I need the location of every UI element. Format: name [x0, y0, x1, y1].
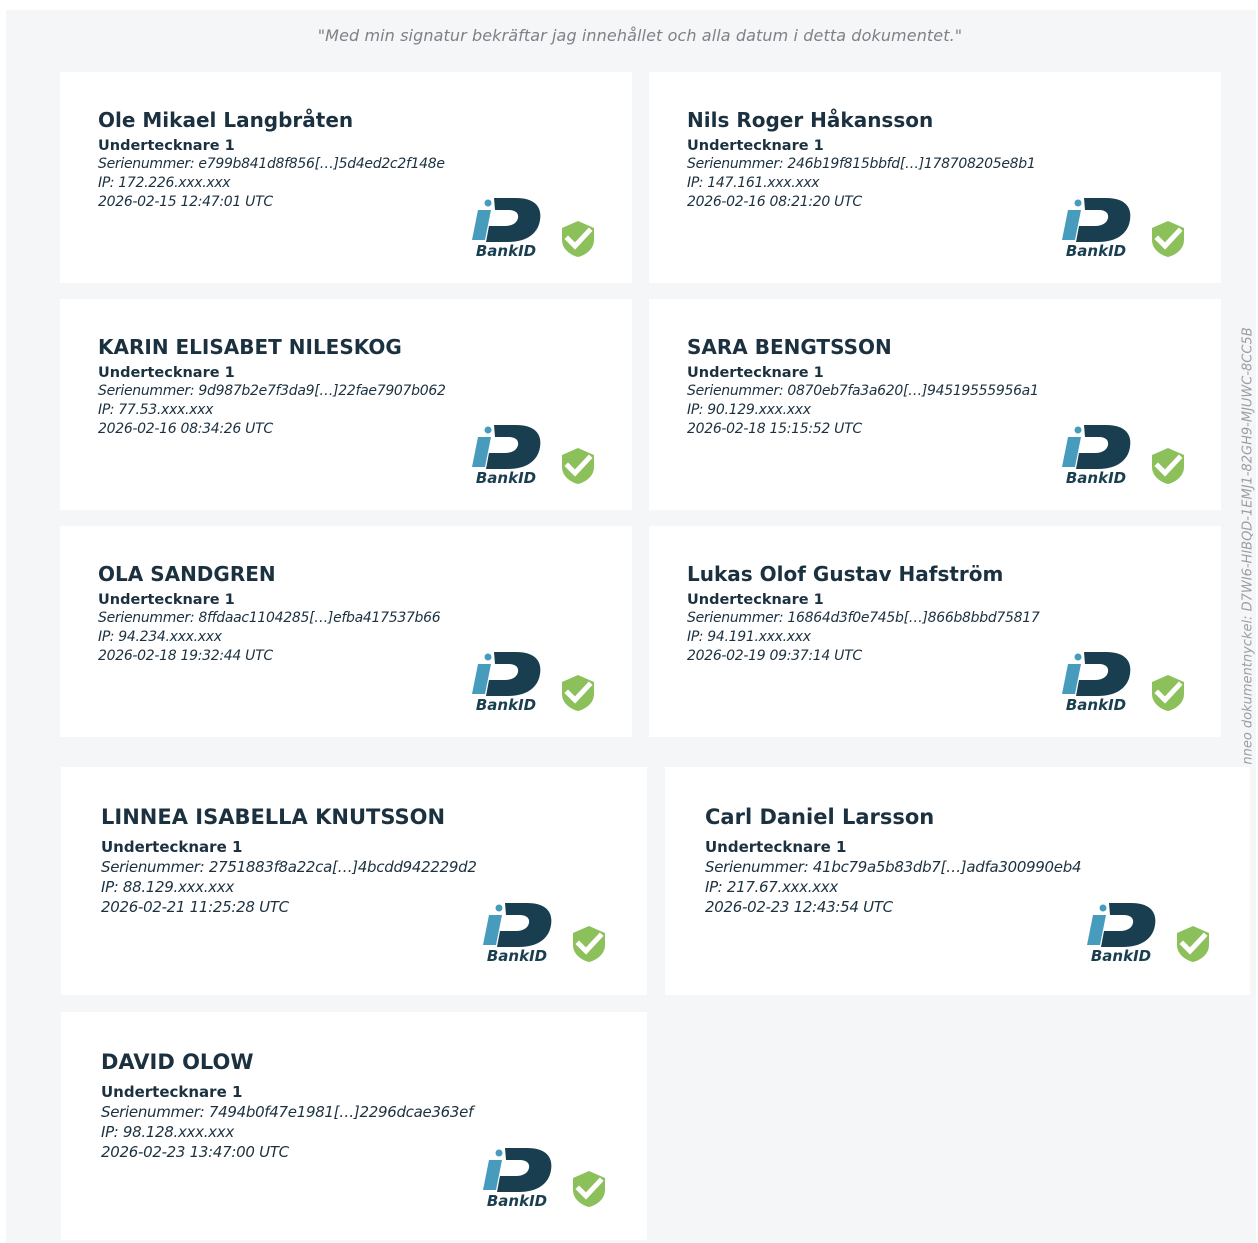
check-shield-icon: [1152, 675, 1184, 711]
signer-card: Nils Roger Håkansson Undertecknare 1 Ser…: [649, 72, 1221, 283]
bankid-text: BankID: [476, 242, 536, 258]
signer-timestamp: 2026-02-18 19:32:44 UTC: [98, 648, 273, 664]
check-shield-icon: [562, 675, 594, 711]
bankid-logo: BankID: [472, 198, 541, 258]
signer-card: SARA BENGTSSON Undertecknare 1 Serienumm…: [649, 299, 1221, 510]
check-shield-icon: [562, 448, 594, 484]
signer-name: KARIN ELISABET NILESKOG: [98, 335, 402, 359]
signer-serial: Serienummer: 7494b0f47e1981[…]2296dcae36…: [101, 1103, 474, 1121]
signer-ip: IP: 94.191.xxx.xxx: [687, 629, 811, 645]
document-key: nneo dokumentnyckel: D7WI6-HIBQD-1EMJ1-8…: [1240, 327, 1256, 765]
signer-ip: IP: 147.161.xxx.xxx: [687, 175, 820, 191]
bankid-text: BankID: [1066, 696, 1126, 712]
bankid-text: BankID: [487, 1192, 547, 1208]
signer-card: DAVID OLOW Undertecknare 1 Serienummer: …: [61, 1012, 647, 1240]
check-shield-icon: [562, 221, 594, 257]
signer-serial: Serienummer: 9d987b2e7f3da9[…]22fae7907b…: [98, 383, 446, 399]
verification-badge: BankID: [1060, 423, 1190, 487]
signer-card: KARIN ELISABET NILESKOG Undertecknare 1 …: [60, 299, 632, 510]
signer-serial: Serienummer: 41bc79a5b83db7[…]adfa300990…: [705, 858, 1082, 876]
signer-timestamp: 2026-02-19 09:37:14 UTC: [687, 648, 862, 664]
verification-badge: BankID: [1085, 901, 1215, 965]
signer-name: LINNEA ISABELLA KNUTSSON: [101, 805, 446, 829]
verification-badge: BankID: [1060, 650, 1190, 714]
bankid-text: BankID: [1066, 242, 1126, 258]
signer-ip: IP: 98.128.xxx.xxx: [101, 1123, 234, 1141]
bankid-logo: BankID: [1062, 198, 1131, 258]
verification-badge: BankID: [470, 650, 600, 714]
check-shield-icon: [1152, 448, 1184, 484]
signer-card: Ole Mikael Langbråten Undertecknare 1 Se…: [60, 72, 632, 283]
signer-role: Undertecknare 1: [101, 1083, 243, 1101]
signer-name: Lukas Olof Gustav Hafström: [687, 562, 1004, 586]
signer-role: Undertecknare 1: [687, 365, 824, 381]
bankid-text: BankID: [476, 469, 536, 485]
signer-name: Nils Roger Håkansson: [687, 108, 934, 132]
signer-timestamp: 2026-02-18 15:15:52 UTC: [687, 421, 862, 437]
bankid-logo: BankID: [1062, 652, 1131, 712]
bankid-logo: BankID: [1062, 425, 1131, 485]
signer-ip: IP: 172.226.xxx.xxx: [98, 175, 231, 191]
bankid-logo: BankID: [472, 652, 541, 712]
signer-role: Undertecknare 1: [705, 838, 847, 856]
signer-ip: IP: 94.234.xxx.xxx: [98, 629, 222, 645]
check-shield-icon: [1152, 221, 1184, 257]
signer-role: Undertecknare 1: [98, 592, 235, 608]
signer-name: OLA SANDGREN: [98, 562, 276, 586]
signer-timestamp: 2026-02-21 11:25:28 UTC: [101, 898, 289, 916]
signer-serial: Serienummer: 246b19f815bbfd[…]178708205e…: [687, 156, 1036, 172]
signer-serial: Serienummer: e799b841d8f856[…]5d4ed2c2f1…: [98, 156, 445, 172]
check-shield-icon: [1177, 926, 1209, 962]
signer-timestamp: 2026-02-23 12:43:54 UTC: [705, 898, 893, 916]
signer-name: Ole Mikael Langbråten: [98, 108, 354, 132]
signer-card: Carl Daniel Larsson Undertecknare 1 Seri…: [665, 767, 1250, 995]
bankid-text: BankID: [487, 947, 547, 963]
signer-timestamp: 2026-02-23 13:47:00 UTC: [101, 1143, 289, 1161]
signer-name: Carl Daniel Larsson: [705, 805, 935, 829]
bankid-logo: BankID: [483, 1148, 552, 1208]
signer-role: Undertecknare 1: [98, 138, 235, 154]
signer-role: Undertecknare 1: [687, 138, 824, 154]
signer-card: LINNEA ISABELLA KNUTSSON Undertecknare 1…: [61, 767, 647, 995]
signer-ip: IP: 77.53.xxx.xxx: [98, 402, 214, 418]
bankid-logo: BankID: [483, 903, 552, 963]
signer-name: SARA BENGTSSON: [687, 335, 892, 359]
signer-serial: Serienummer: 2751883f8a22ca[…]4bcdd94222…: [101, 858, 477, 876]
signer-serial: Serienummer: 0870eb7fa3a620[…]9451955595…: [687, 383, 1039, 399]
signer-timestamp: 2026-02-15 12:47:01 UTC: [98, 194, 273, 210]
bankid-logo: BankID: [472, 425, 541, 485]
verification-badge: BankID: [481, 1146, 611, 1210]
verification-badge: BankID: [481, 901, 611, 965]
signature-statement: "Med min signatur bekräftar jag innehåll…: [317, 26, 963, 45]
bankid-text: BankID: [1066, 469, 1126, 485]
signer-card: OLA SANDGREN Undertecknare 1 Serienummer…: [60, 526, 632, 737]
verification-badge: BankID: [470, 196, 600, 260]
check-shield-icon: [573, 1171, 605, 1207]
verification-badge: BankID: [1060, 196, 1190, 260]
signer-card: Lukas Olof Gustav Hafström Undertecknare…: [649, 526, 1221, 737]
check-shield-icon: [573, 926, 605, 962]
bankid-logo: BankID: [1087, 903, 1156, 963]
signer-timestamp: 2026-02-16 08:34:26 UTC: [98, 421, 273, 437]
signer-ip: IP: 88.129.xxx.xxx: [101, 878, 234, 896]
signer-name: DAVID OLOW: [101, 1050, 254, 1074]
signer-ip: IP: 90.129.xxx.xxx: [687, 402, 811, 418]
signer-serial: Serienummer: 8ffdaac1104285[…]efba417537…: [98, 610, 441, 626]
signer-role: Undertecknare 1: [98, 365, 235, 381]
signer-role: Undertecknare 1: [687, 592, 824, 608]
signer-serial: Serienummer: 16864d3f0e745b[…]866b8bbd75…: [687, 610, 1040, 626]
bankid-text: BankID: [1091, 947, 1151, 963]
bankid-text: BankID: [476, 696, 536, 712]
signer-ip: IP: 217.67.xxx.xxx: [705, 878, 838, 896]
signer-timestamp: 2026-02-16 08:21:20 UTC: [687, 194, 862, 210]
signer-role: Undertecknare 1: [101, 838, 243, 856]
verification-badge: BankID: [470, 423, 600, 487]
